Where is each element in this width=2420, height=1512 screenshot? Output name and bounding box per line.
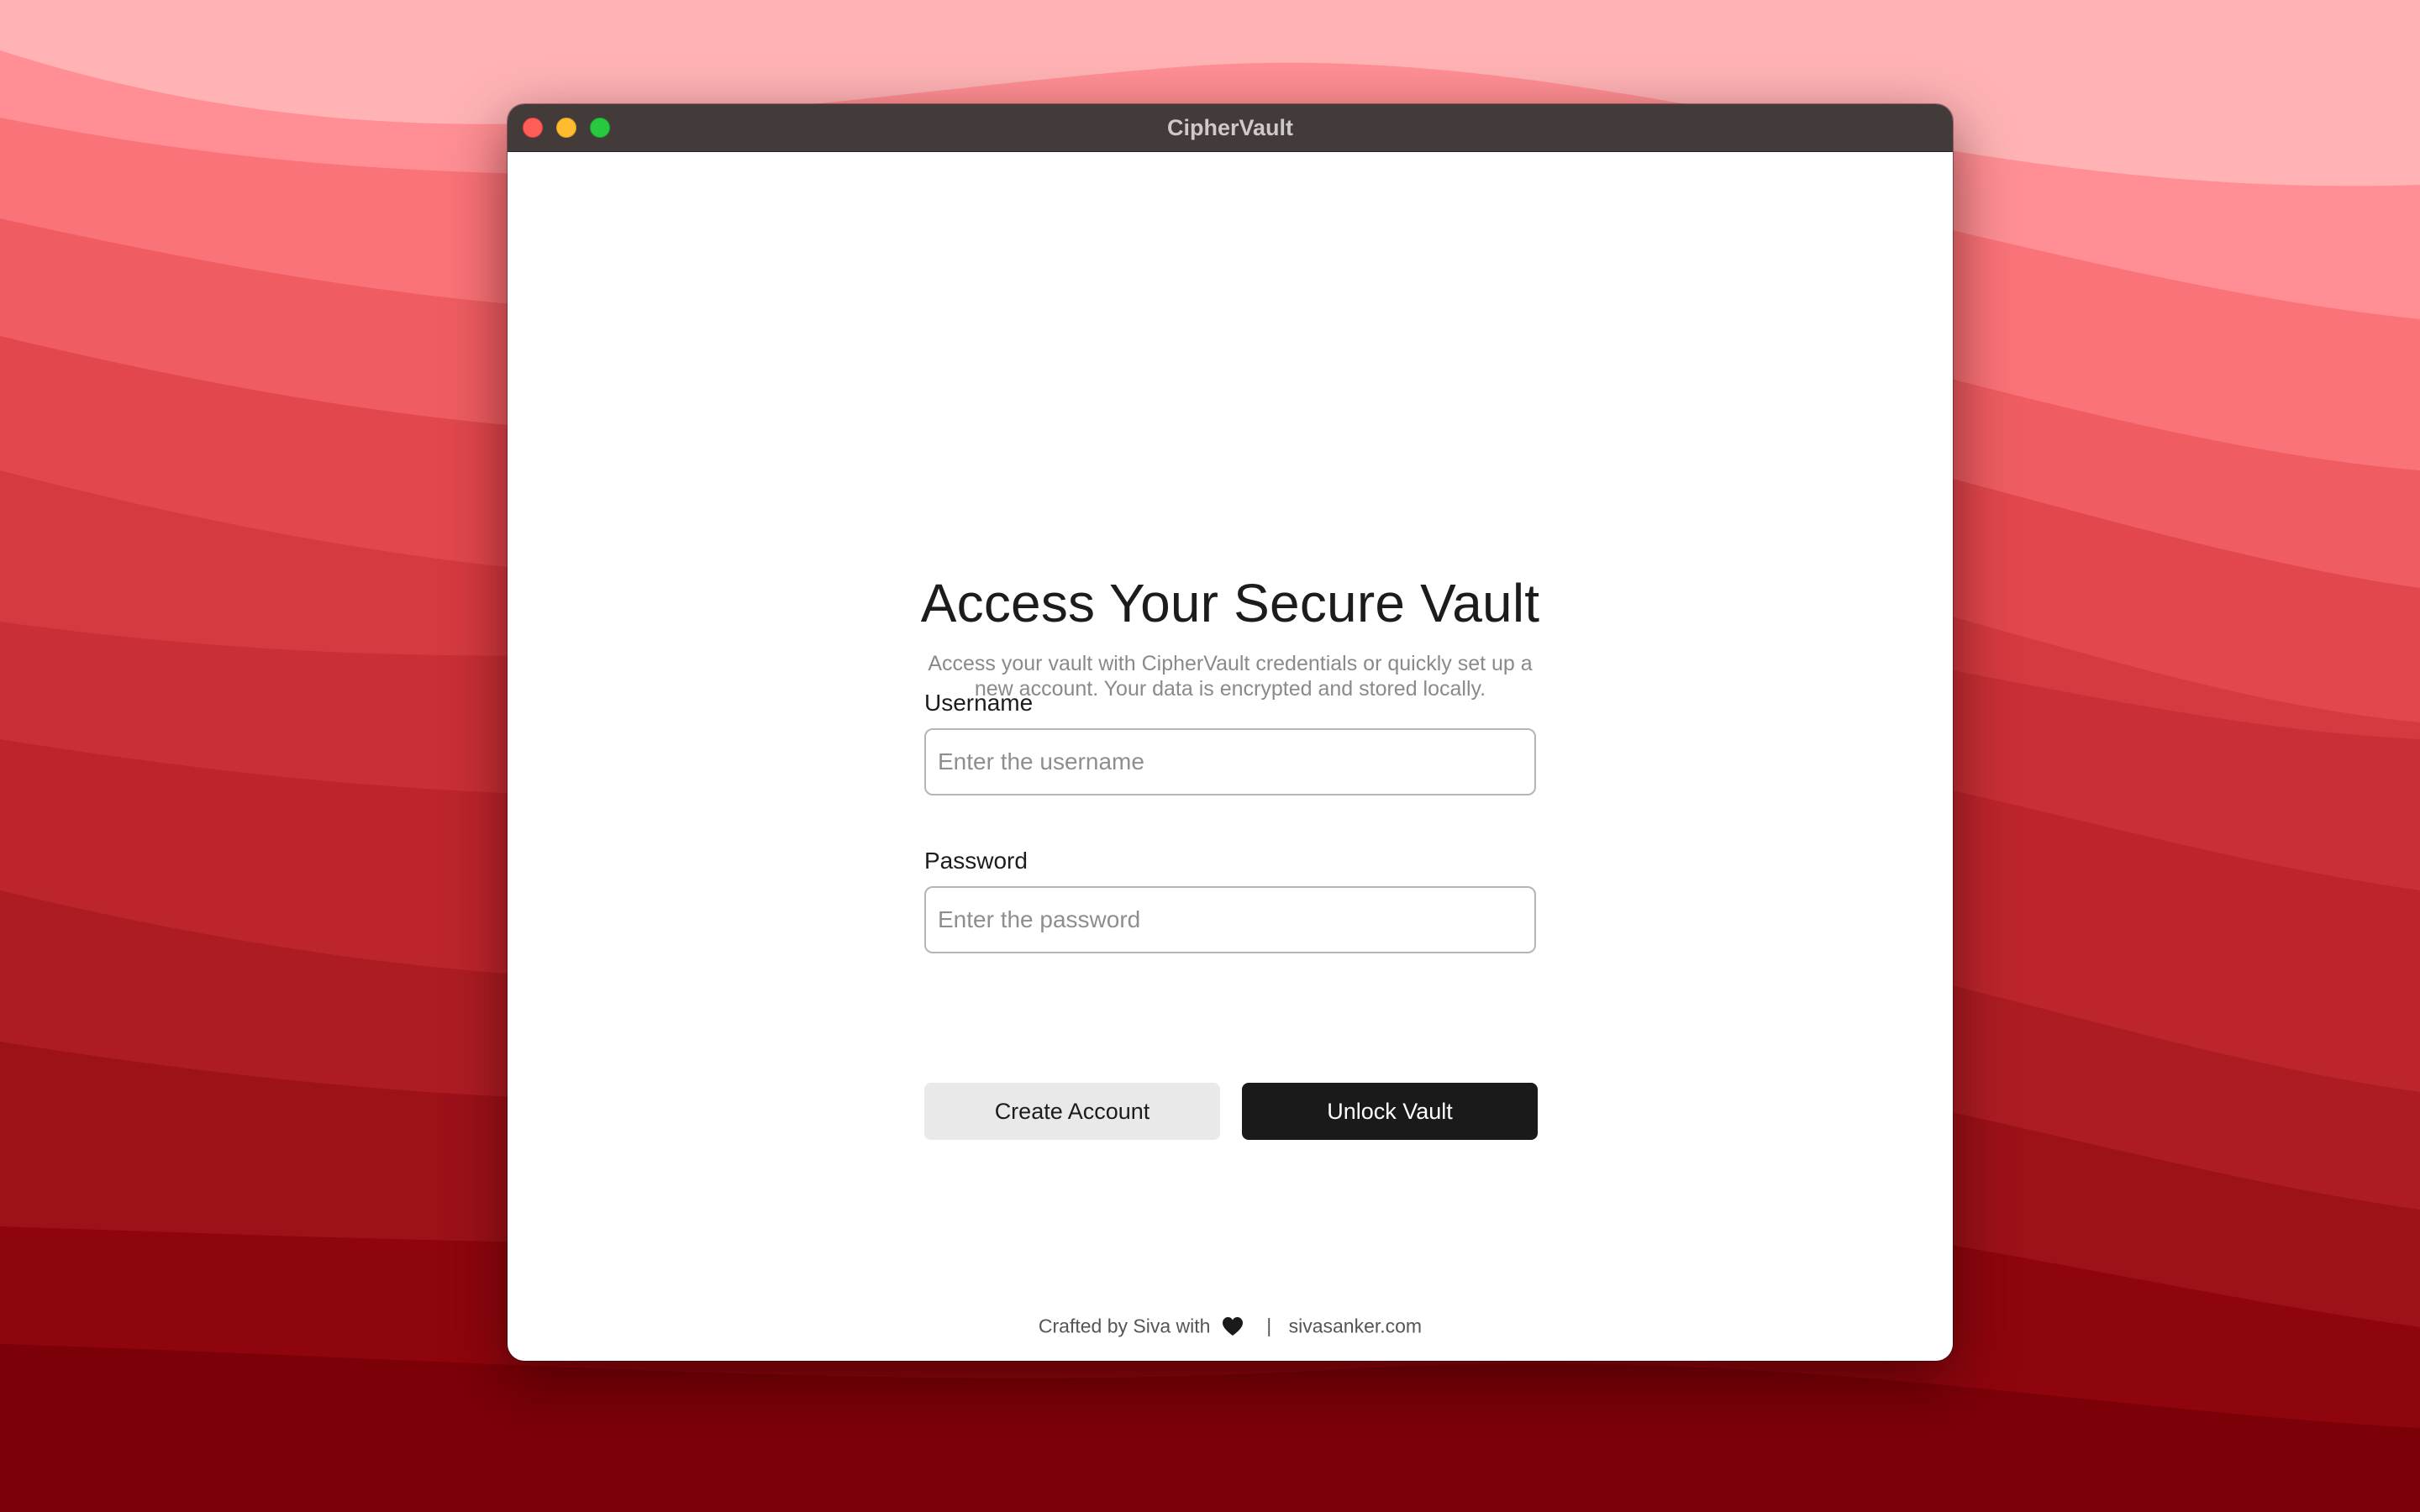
password-label: Password (924, 848, 1028, 874)
password-input[interactable] (926, 888, 1534, 952)
footer-credit: Crafted by Siva with (1038, 1315, 1211, 1337)
page-title: Access Your Secure Vault (920, 573, 1540, 633)
login-panel: Access Your Secure Vault Access your vau… (508, 152, 1953, 1361)
password-field[interactable] (924, 886, 1536, 953)
footer-link[interactable]: sivasanker.com (1289, 1315, 1423, 1336)
app-window: CipherVault Access Your Secure Vault Acc… (508, 104, 1953, 1361)
username-label: Username (924, 690, 1034, 716)
username-input[interactable] (926, 730, 1534, 794)
unlock-vault-button[interactable]: Unlock Vault (1242, 1083, 1538, 1140)
titlebar[interactable]: CipherVault (508, 104, 1953, 152)
black-heart-icon (1222, 1316, 1243, 1336)
window-title: CipherVault (1166, 115, 1294, 140)
footer: Crafted by Siva with | sivasanker.com (508, 1314, 1953, 1337)
create-account-button[interactable]: Create Account (924, 1083, 1220, 1140)
footer-separator: | (1266, 1315, 1272, 1337)
username-field[interactable] (924, 728, 1536, 795)
